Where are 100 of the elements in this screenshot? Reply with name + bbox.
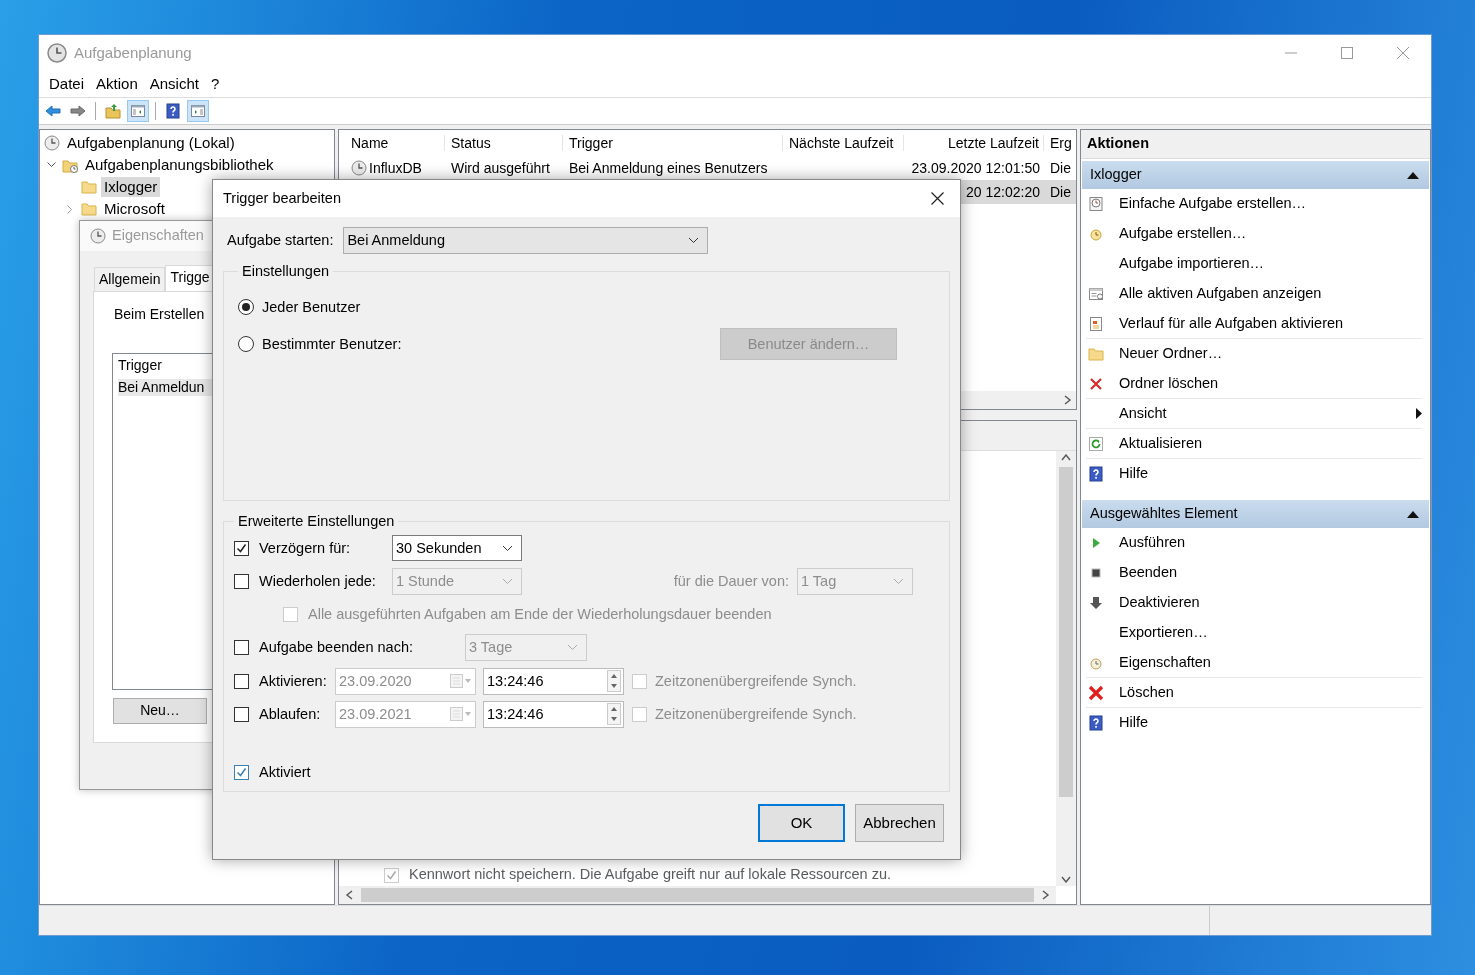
- pane-icon: [130, 103, 146, 119]
- help-icon: [1088, 715, 1104, 731]
- horizontal-scrollbar[interactable]: [339, 886, 1056, 904]
- chevron-down-icon[interactable]: [46, 162, 56, 168]
- action-item[interactable]: Verlauf für alle Aufgaben aktivieren: [1086, 309, 1422, 339]
- calendar-icon: [450, 707, 472, 722]
- tree-item[interactable]: Aufgabenplanung (Lokal): [64, 133, 238, 153]
- scroll-right-icon[interactable]: [1042, 890, 1050, 900]
- action-item[interactable]: Alle aktiven Aufgaben anzeigen: [1086, 279, 1422, 309]
- checkbox-label: Ablaufen:: [259, 705, 321, 724]
- checkbox[interactable]: [234, 764, 249, 780]
- new-button[interactable]: Neu…: [113, 697, 207, 724]
- group-title: Einstellungen: [241, 263, 331, 281]
- menu-item[interactable]: Datei: [43, 75, 91, 93]
- column-header[interactable]: Erg: [1044, 134, 1076, 152]
- action-item[interactable]: Exportieren…: [1086, 618, 1422, 648]
- chevron-right-icon[interactable]: [67, 204, 73, 214]
- table-cell: InfluxDB: [369, 159, 422, 177]
- section-header[interactable]: Ausgewähltes Element: [1082, 500, 1429, 528]
- spinner-icon[interactable]: [607, 703, 621, 726]
- tab[interactable]: Trigge: [165, 265, 215, 291]
- checkbox-label: Aufgabe beenden nach:: [259, 638, 413, 657]
- clock-icon: [1088, 226, 1104, 242]
- dialog-title: Trigger bearbeiten: [223, 189, 341, 208]
- tree-item[interactable]: Ixlogger: [101, 177, 161, 197]
- chevron-down-icon: [893, 577, 904, 585]
- close-icon[interactable]: [931, 192, 944, 205]
- dialog-title: Eigenschaften: [112, 227, 204, 245]
- clock-icon: [90, 228, 106, 244]
- radio-label: Jeder Benutzer: [262, 298, 361, 317]
- action-item[interactable]: Neuer Ordner…: [1086, 339, 1422, 369]
- toolbar-button[interactable]: [127, 100, 149, 122]
- chevron-down-icon: [688, 237, 700, 244]
- chevron-down-icon: [502, 544, 513, 552]
- tree-item[interactable]: Microsoft: [101, 199, 168, 219]
- window-title: Aufgabenplanung: [74, 44, 192, 62]
- table-cell: Wird ausgeführt: [451, 159, 550, 177]
- scroll-left-icon[interactable]: [345, 890, 353, 900]
- scroll-down-icon[interactable]: [1061, 876, 1071, 883]
- checkbox[interactable]: [234, 540, 249, 556]
- radio-button[interactable]: [238, 299, 254, 316]
- table-cell: 20 12:02:20: [966, 183, 1040, 201]
- toolbar-button[interactable]: [187, 100, 209, 122]
- radio-button[interactable]: [238, 336, 254, 353]
- column-header[interactable]: Name: [345, 134, 445, 152]
- tab[interactable]: Allgemein: [94, 267, 166, 291]
- calendar-icon: [450, 674, 472, 689]
- menu-item[interactable]: ?: [204, 75, 226, 93]
- back-icon: [45, 103, 61, 119]
- window-icon: [1088, 286, 1104, 302]
- action-item[interactable]: Hilfe: [1086, 459, 1422, 489]
- delete-icon: [1088, 684, 1104, 701]
- dialog-button[interactable]: OK: [758, 804, 845, 842]
- action-item[interactable]: Eigenschaften: [1086, 648, 1422, 678]
- action-item[interactable]: Beenden: [1086, 558, 1422, 588]
- dropdown[interactable]: Bei Anmeldung: [343, 227, 709, 254]
- folder-up-icon: [105, 103, 121, 119]
- action-item[interactable]: Aufgabe erstellen…: [1086, 219, 1422, 249]
- table-cell: Die: [1050, 159, 1071, 177]
- column-header[interactable]: Status: [445, 134, 563, 152]
- list-header[interactable]: Trigger: [118, 356, 216, 374]
- spinner-icon[interactable]: [607, 670, 621, 693]
- section-title: Ixlogger: [1090, 166, 1142, 184]
- action-item[interactable]: Löschen: [1086, 678, 1422, 708]
- checkbox-label: Verzögern für:: [259, 539, 351, 558]
- menu-item[interactable]: Aktion: [90, 75, 144, 93]
- action-item[interactable]: Hilfe: [1086, 708, 1422, 738]
- tree-item[interactable]: Aufgabenplanungsbibliothek: [82, 155, 277, 175]
- chevron-down-icon: [502, 577, 513, 585]
- column-header[interactable]: Nächste Laufzeit: [783, 134, 904, 152]
- table-row[interactable]: InfluxDB Wird ausgeführt Bei Anmeldung eines Benutzers 23.09.2020 12:01:50 Die: [339, 156, 1076, 180]
- scroll-up-icon[interactable]: [1061, 454, 1071, 461]
- dialog-button[interactable]: Abbrechen: [855, 804, 944, 842]
- folder-icon: [1088, 346, 1104, 362]
- collapse-icon[interactable]: [1407, 510, 1419, 518]
- dropdown[interactable]: 30 Sekunden: [392, 535, 522, 562]
- refresh-icon: [1088, 435, 1104, 452]
- column-header[interactable]: Trigger: [563, 134, 783, 152]
- checkbox-label: Aktivieren:: [259, 672, 327, 691]
- collapse-icon[interactable]: [1407, 171, 1419, 179]
- menu-item[interactable]: Ansicht: [143, 75, 205, 93]
- action-item[interactable]: Aufgabe importieren…: [1086, 249, 1422, 279]
- checkbox-label: Zeitzonenübergreifende Synch.: [655, 672, 857, 691]
- vertical-scrollbar[interactable]: [1056, 451, 1076, 886]
- scroll-right-icon[interactable]: [1064, 395, 1072, 405]
- checkbox-label: Alle ausgeführten Aufgaben am Ende der Wiederholungsdauer beenden: [308, 605, 772, 624]
- action-item[interactable]: Einfache Aufgabe erstellen…: [1086, 189, 1422, 219]
- section-header[interactable]: Ixlogger: [1082, 161, 1429, 189]
- action-item[interactable]: Ansicht: [1086, 399, 1422, 429]
- action-item[interactable]: Ausführen: [1086, 528, 1422, 558]
- pane-header: Aktionen: [1081, 130, 1430, 159]
- maximize-icon[interactable]: [1341, 47, 1353, 59]
- action-item[interactable]: Deaktivieren: [1086, 588, 1422, 618]
- pane-icon: [190, 103, 206, 119]
- delete-icon: [1088, 375, 1104, 392]
- clock-icon: [44, 135, 60, 151]
- column-header[interactable]: Letzte Laufzeit: [904, 134, 1044, 152]
- action-item[interactable]: Ordner löschen: [1086, 369, 1422, 399]
- action-item[interactable]: Aktualisieren: [1086, 429, 1422, 459]
- help-icon: [1088, 466, 1104, 482]
